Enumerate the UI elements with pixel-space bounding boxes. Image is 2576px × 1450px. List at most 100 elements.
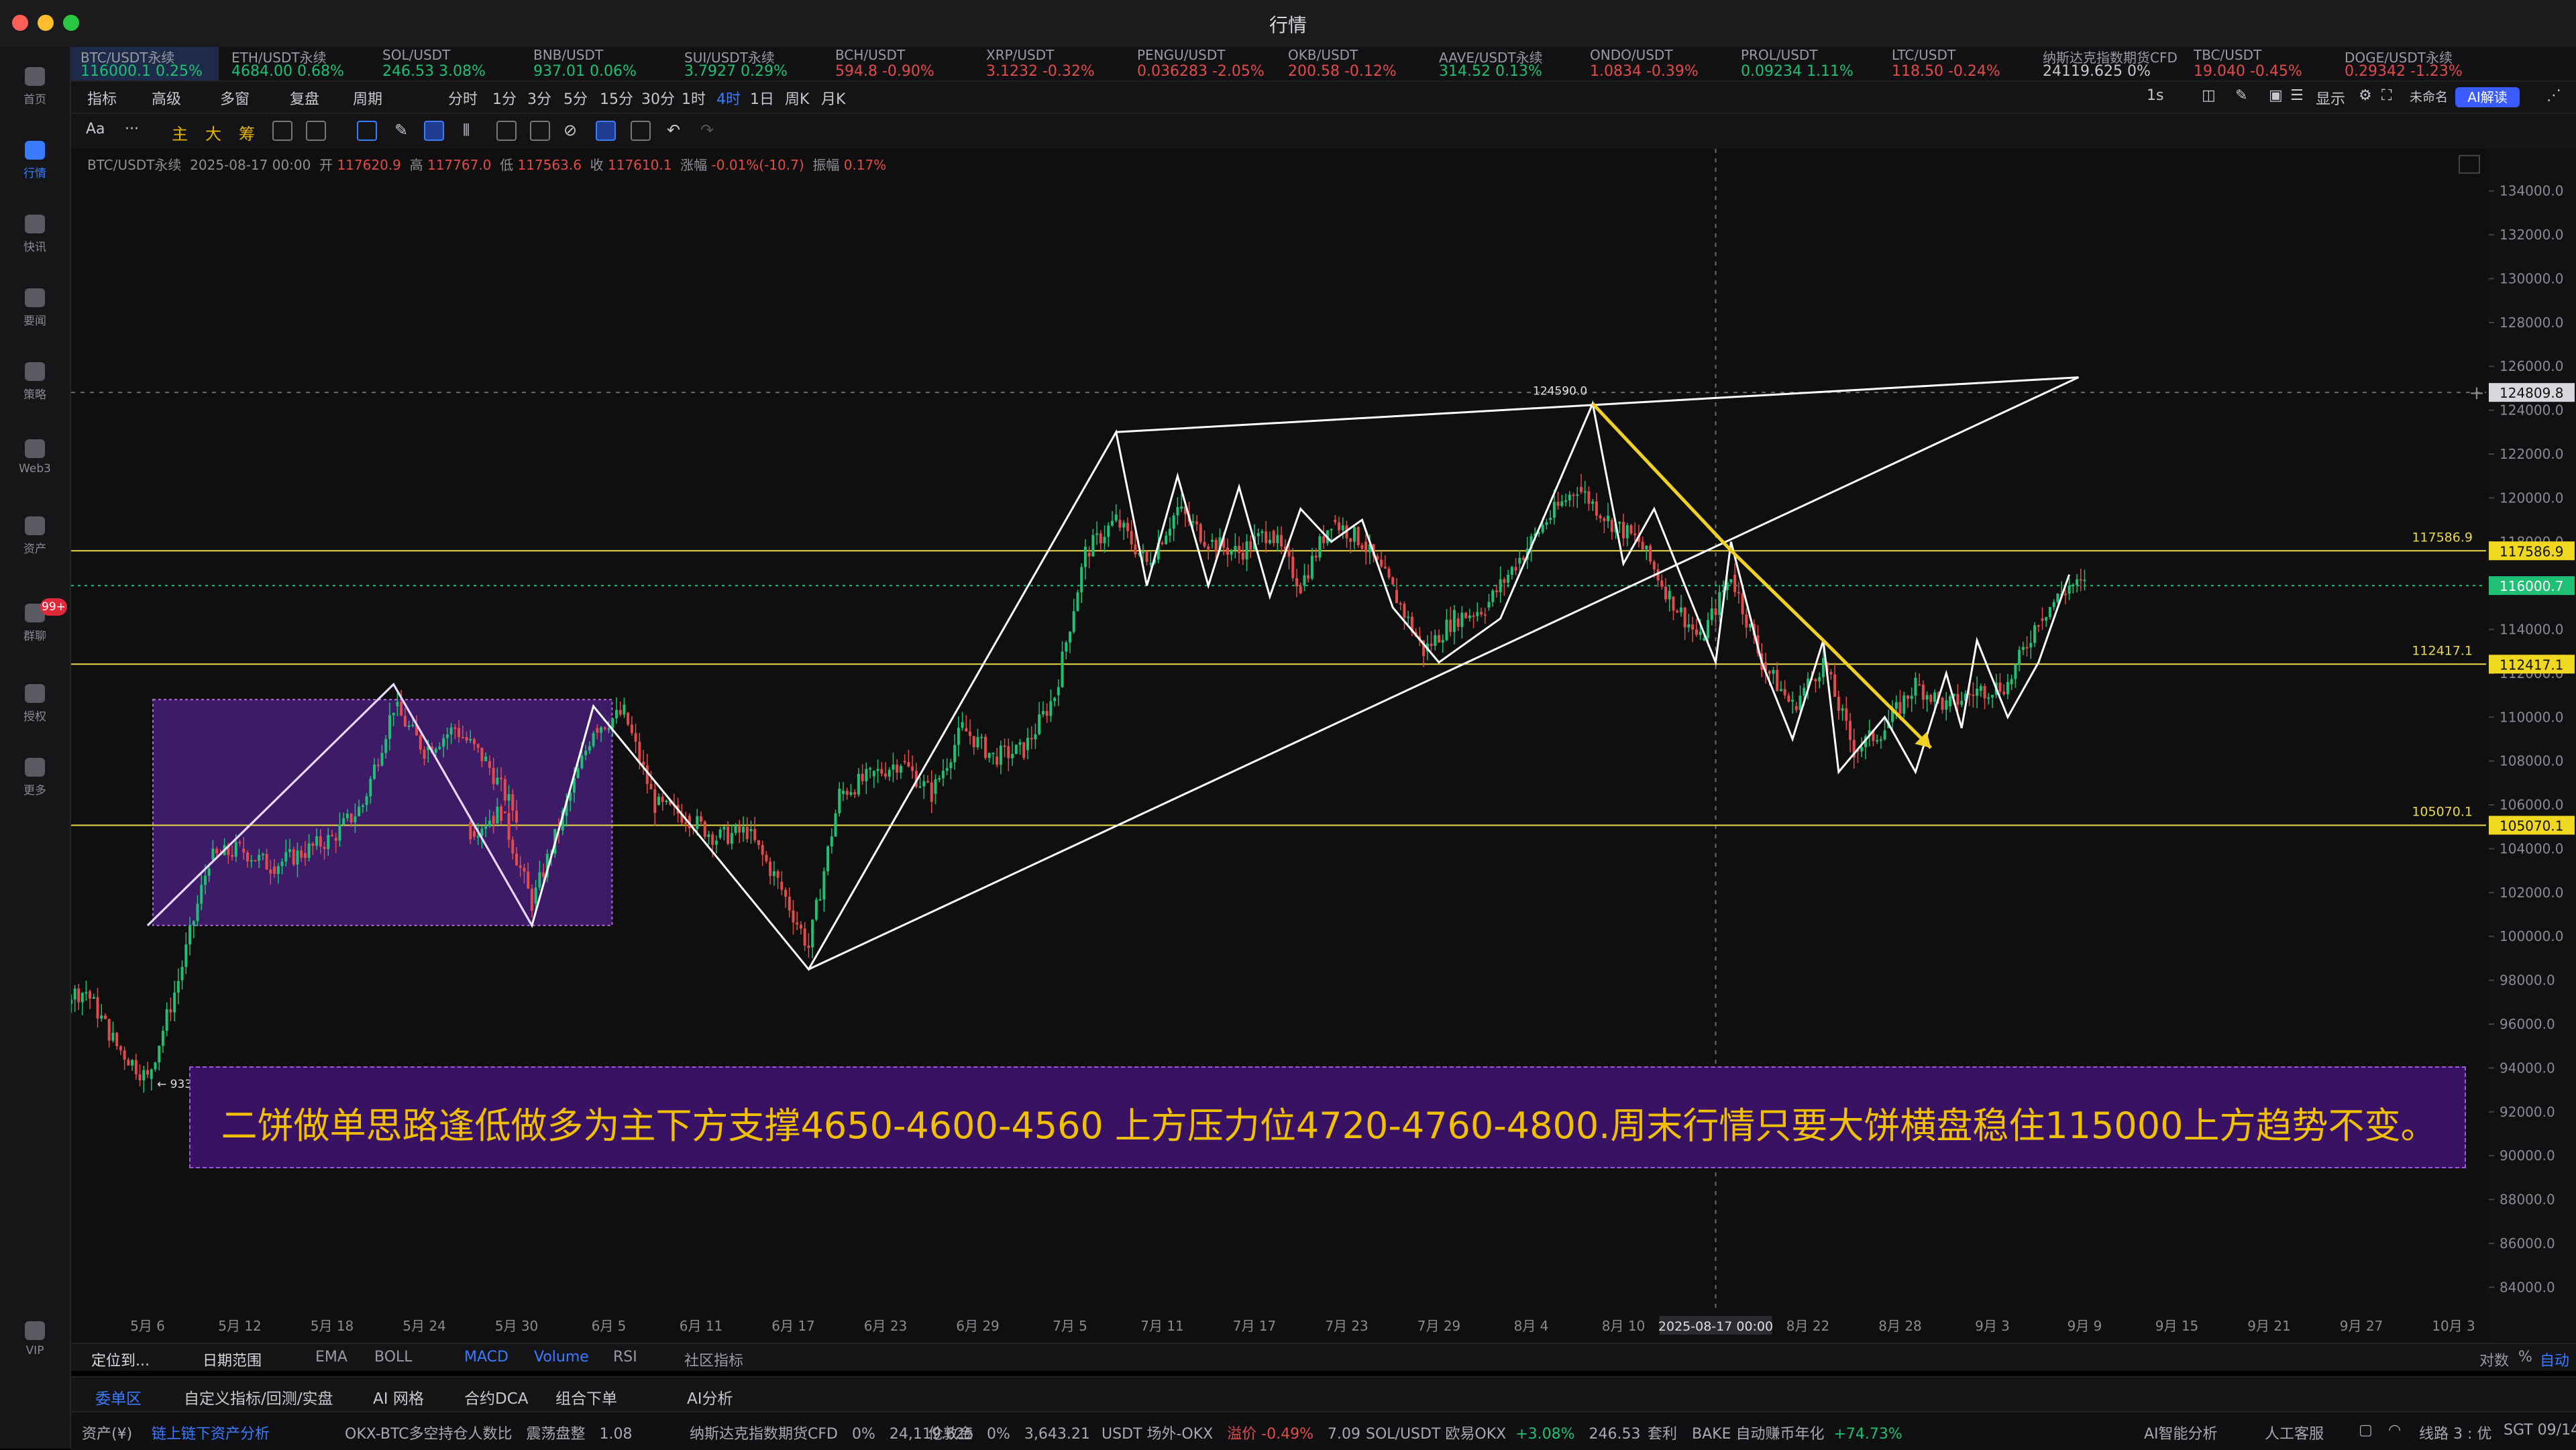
bottom-tab[interactable]: AI 网格 [373,1386,424,1408]
ticker-item[interactable]: LTC/USDT 118.50 -0.24% [1882,47,2030,80]
bottom-tab[interactable]: 组合下单 [555,1386,617,1408]
ticker-item[interactable]: SUI/USDT永续 3.7927 0.29% [675,47,822,80]
interval-label[interactable]: 1s [2147,87,2163,104]
onchain-analysis-link[interactable]: 链上链下资产分析 [152,1422,270,1443]
toolbar-item[interactable]: 3分 [527,87,551,109]
auto-scale-toggle[interactable]: 自动 [2540,1349,2569,1370]
undo-icon[interactable]: ↶ [667,121,680,140]
filter-tool-icon[interactable] [596,121,616,141]
toolbar-item[interactable]: 月K [821,87,845,109]
candle-tool-icon[interactable]: ⫴ [463,121,470,140]
font-tool-button[interactable]: Aa [86,121,105,137]
toolbar-item[interactable]: 多窗 [220,87,250,109]
nav-item-1[interactable]: 行情 [0,141,70,180]
analysis-note-box[interactable]: 二饼做单思路逢低做多为主下方支撑4650-4600-4560 上方压力位4720… [189,1066,2466,1168]
ticker-item[interactable]: PENGU/USDT 0.036283 -2.05% [1128,47,1275,80]
nav-item-7[interactable]: 群聊 99+ [0,598,70,643]
ticker-item[interactable]: BCH/USDT 594.8 -0.90% [826,47,973,80]
bottom-tab[interactable]: 委单区 [95,1386,142,1408]
toolbar-item[interactable]: 1时 [682,87,706,109]
settings-gear-icon[interactable]: ⚙ [2359,87,2372,104]
calc-tool-icon[interactable] [272,121,292,141]
toolbar-item[interactable]: 5分 [564,87,588,109]
add-alert-plus-icon[interactable]: + [2469,382,2484,404]
grid-tool-icon[interactable] [306,121,326,141]
indicator-macd[interactable]: MACD [464,1349,508,1365]
ticker-item[interactable]: ONDO/USDT 1.0834 -0.39% [1580,47,1728,80]
layout-name[interactable]: 未命名 [2410,87,2448,105]
trendline-tool-icon[interactable] [424,121,444,141]
ai-analysis-button[interactable]: AI智能分析 [2144,1422,2218,1443]
chart-settings-icon[interactable] [2459,155,2480,174]
toolbar-item[interactable]: 1分 [492,87,517,109]
chat-square-icon[interactable]: ▢ [2359,1422,2373,1439]
assets-label[interactable]: 资产(¥) [82,1422,132,1443]
bottom-tab[interactable]: AI分析 [687,1386,733,1408]
ticker-item[interactable]: 纳斯达克指数期货CFD 24119.625 0% [2033,47,2181,80]
ticker-item[interactable]: OKB/USDT 200.58 -0.12% [1279,47,1426,80]
list-icon[interactable]: ☰ [2290,87,2304,104]
nav-item-2[interactable]: 快讯 [0,215,70,254]
toolbar-item[interactable]: 15分 [600,87,633,109]
nav-item-8[interactable]: 授权 [0,684,70,724]
log-scale-toggle[interactable]: 对数 [2479,1349,2509,1370]
ticker-item[interactable]: TBC/USDT 19.040 -0.45% [2184,47,2332,80]
share-icon[interactable]: ⋰ [2546,87,2561,104]
indicator-volume[interactable]: Volume [534,1349,589,1365]
toolbar-item[interactable]: 周期 [353,87,382,109]
date-range-button[interactable]: 日期范围 [203,1349,262,1370]
ticker-item[interactable]: PROL/USDT 0.09234 1.11% [1731,47,1879,80]
toolbar-item[interactable]: 30分 [641,87,675,109]
percent-scale-toggle[interactable]: % [2518,1349,2532,1365]
note-tool-icon[interactable] [530,121,550,141]
community-indicators[interactable]: 社区指标 [684,1349,743,1370]
fullscreen-icon[interactable]: ⛶ [2381,87,2392,104]
nav-item-4[interactable]: 策略 [0,362,70,402]
toolbar-item[interactable]: 高级 [152,87,181,109]
bottom-tab[interactable]: 合约DCA [464,1386,529,1408]
more-tools-button[interactable]: ··· [125,121,139,137]
ticker-item[interactable]: XRP/USDT 3.1232 -0.32% [977,47,1124,80]
toolbar-item[interactable]: 4时 [716,87,741,109]
lock-tool-icon[interactable] [496,121,517,141]
nav-item-6[interactable]: 资产 [0,516,70,556]
indicator-rsi[interactable]: RSI [613,1349,637,1365]
toolbar-item[interactable]: 1日 [750,87,774,109]
range-box[interactable] [152,699,613,926]
bottom-tab[interactable]: 自定义指标/回测/实盘 [184,1386,333,1408]
customer-service-button[interactable]: 人工客服 [2265,1422,2324,1443]
nav-item-9[interactable]: 更多 [0,758,70,797]
nav-item-5[interactable]: Web3 [0,439,70,476]
ticker-item[interactable]: BTC/USDT永续 116000.1 0.25% [71,47,219,80]
pencil-tool-icon[interactable]: ✎ [394,121,408,140]
nav-item-3[interactable]: 要闻 [0,288,70,328]
nav-item-10[interactable]: VIP [0,1321,70,1357]
yellow-projection-arrow[interactable] [1591,402,1933,749]
toolbar-item[interactable]: 周K [785,87,809,109]
network-line-status[interactable]: 线路 3 : 优 [2419,1422,2491,1443]
layout-icon[interactable]: ▣ [2269,87,2283,104]
indicator-ema[interactable]: EMA [315,1349,347,1365]
ticker-item[interactable]: DOGE/USDT永续 0.29342 -1.23% [2335,47,2483,80]
locate-button[interactable]: 定位到... [91,1349,150,1370]
pen-icon[interactable]: ✎ [2235,87,2247,104]
nav-item-0[interactable]: 首页 [0,67,70,107]
wedge-lower-trendline[interactable] [808,376,2080,970]
delete-tool-icon[interactable] [631,121,651,141]
ai-read-button[interactable]: AI解读 [2455,87,2520,107]
display-button[interactable]: 显示 [2316,87,2345,109]
ticker-item[interactable]: AAVE/USDT永续 314.52 0.13% [1430,47,1577,80]
chips-toggle[interactable]: 筹 [239,121,255,144]
big-chart-toggle[interactable]: 大 [205,121,221,144]
toolbar-item[interactable]: 分时 [448,87,478,109]
ticker-item[interactable]: BNB/USDT 937.01 0.06% [524,47,672,80]
toolbar-item[interactable]: 复盘 [290,87,319,109]
ticker-item[interactable]: ETH/USDT永续 4684.00 0.68% [222,47,370,80]
magnet-tool-icon[interactable]: ⊘ [564,121,577,140]
select-tool-icon[interactable] [357,121,377,141]
indicator-boll[interactable]: BOLL [374,1349,413,1365]
toolbar-item[interactable]: 指标 [87,87,117,109]
redo-icon[interactable]: ↷ [700,121,714,140]
arbitrage-label[interactable]: 套利 [1648,1422,1677,1443]
ticker-item[interactable]: SOL/USDT 246.53 3.08% [373,47,521,80]
